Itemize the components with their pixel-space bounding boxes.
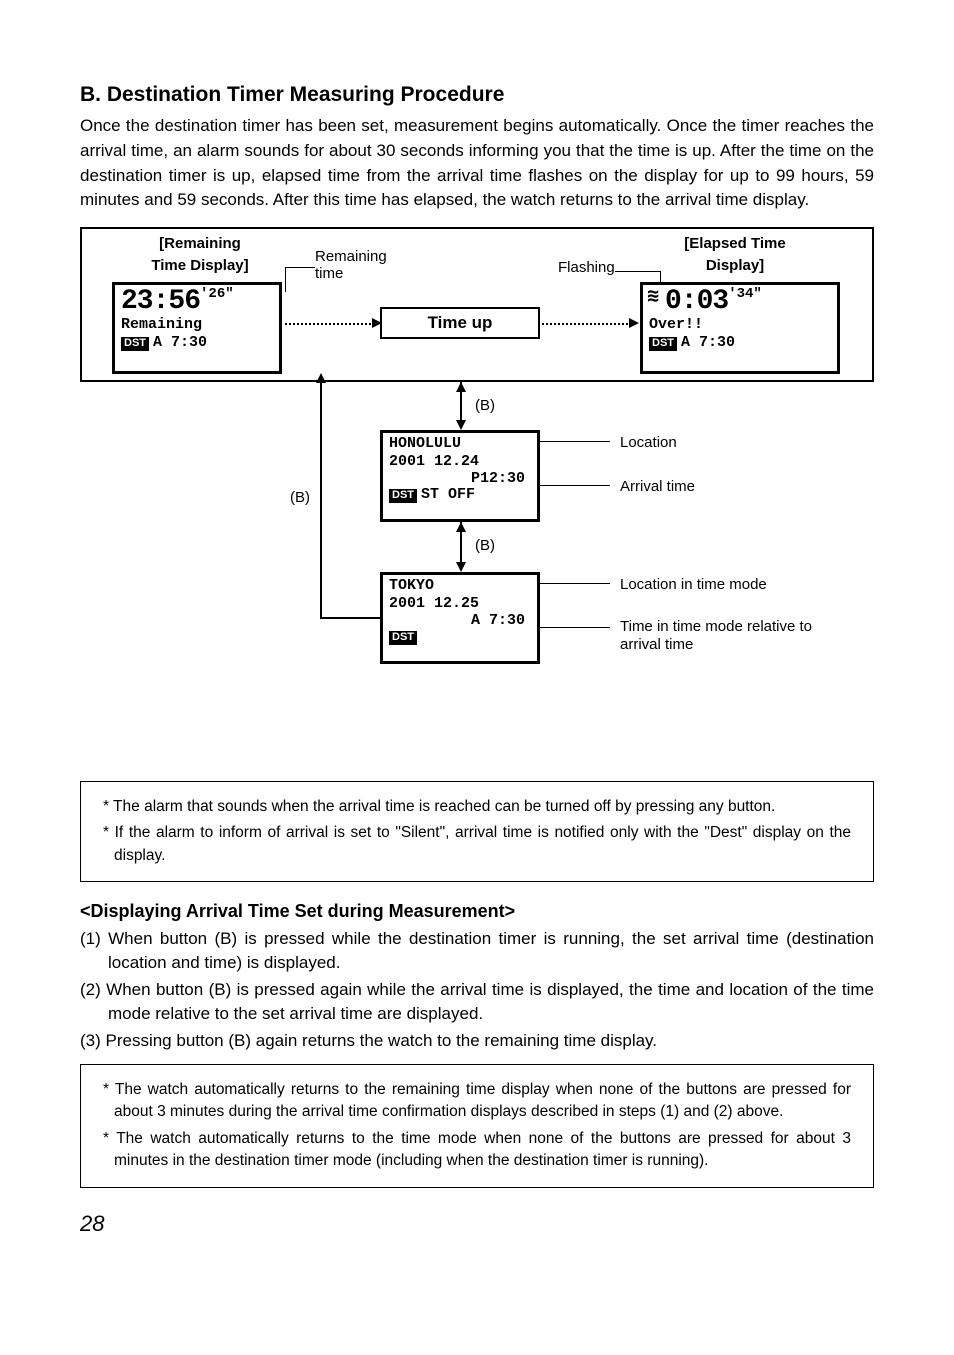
- text: Display]: [706, 257, 764, 274]
- notes-box-2: * The watch automatically returns to the…: [80, 1064, 874, 1188]
- lcd-line: P12:30: [389, 471, 531, 487]
- lcd-timemode: TOKYO 2001 12.25 A 7:30 DST: [380, 572, 540, 664]
- note-item: * If the alarm to inform of arrival is s…: [103, 822, 851, 867]
- leader-line: [540, 441, 610, 442]
- arrow-icon: [316, 373, 326, 383]
- flow-line: [320, 382, 322, 619]
- flow-diagram: [Remaining Time Display] [Elapsed Time D…: [80, 227, 874, 767]
- section-heading: B. Destination Timer Measuring Procedure: [80, 80, 874, 110]
- leader-line: [615, 271, 660, 272]
- intro-paragraph: Once the destination timer has been set,…: [80, 114, 874, 213]
- arrow-icon: [456, 420, 466, 430]
- lcd-line: Remaining: [121, 316, 202, 333]
- elapsed-title: [Elapsed Time Display]: [640, 233, 830, 277]
- dst-badge: DST: [389, 631, 417, 645]
- remaining-time-label: Remaining time: [315, 249, 405, 282]
- step-item: (2) When button (B) is pressed again whi…: [80, 978, 874, 1027]
- flashing-label: Flashing: [558, 257, 615, 279]
- lcd-line: Over!!: [649, 316, 703, 333]
- lcd-line: HONOLULU: [389, 435, 461, 452]
- arrow-icon: [456, 522, 466, 532]
- b-label: (B): [475, 535, 495, 557]
- lcd-remaining: 23:56'26" Remaining DST A 7:30: [112, 282, 282, 374]
- leader-line: [285, 267, 286, 292]
- note-item: * The watch automatically returns to the…: [103, 1079, 851, 1124]
- loc-time-mode-label: Location in time mode: [620, 574, 767, 596]
- leader-line: [540, 627, 610, 628]
- remaining-title: [Remaining Time Display]: [120, 233, 280, 277]
- leader-line: [540, 485, 610, 486]
- page-number: 28: [80, 1208, 874, 1240]
- b-label: (B): [290, 487, 310, 509]
- dst-badge: DST: [649, 337, 677, 351]
- lcd-line: 2001 12.24: [389, 453, 479, 470]
- lcd-line: A 7:30: [389, 613, 531, 629]
- dotted-arrow: [285, 323, 375, 325]
- time-up-box: Time up: [380, 307, 540, 339]
- dst-badge: DST: [389, 489, 417, 503]
- lcd-sec: '26": [200, 286, 234, 302]
- b-label: (B): [475, 395, 495, 417]
- text: [Elapsed Time: [684, 235, 785, 252]
- arrow-icon: [629, 318, 639, 328]
- text: [Remaining: [159, 235, 241, 252]
- lcd-main: 0:03: [665, 286, 728, 317]
- note-item: * The watch automatically returns to the…: [103, 1128, 851, 1173]
- note-item: * The alarm that sounds when the arrival…: [103, 796, 851, 818]
- dotted-arrow: [542, 323, 632, 325]
- lcd-sec: '34": [728, 286, 762, 302]
- notes-box-1: * The alarm that sounds when the arrival…: [80, 781, 874, 882]
- step-item: (3) Pressing button (B) again returns th…: [80, 1029, 874, 1054]
- arrow-icon: [456, 382, 466, 392]
- lcd-line: 2001 12.25: [389, 595, 479, 612]
- location-label: Location: [620, 432, 677, 454]
- lcd-line: ST OFF: [421, 486, 475, 503]
- subheading: <Displaying Arrival Time Set during Meas…: [80, 898, 874, 924]
- lcd-line: A 7:30: [681, 334, 735, 351]
- arrow-icon: [456, 562, 466, 572]
- lcd-main: 23:56: [121, 286, 200, 317]
- lcd-destination: HONOLULU 2001 12.24 P12:30 DST ST OFF: [380, 430, 540, 522]
- dst-badge: DST: [121, 337, 149, 351]
- lcd-elapsed: ≋ 0:03'34" Over!! DSTA 7:30: [640, 282, 840, 374]
- flow-line: [320, 617, 380, 619]
- leader-line: [540, 583, 610, 584]
- step-item: (1) When button (B) is pressed while the…: [80, 927, 874, 976]
- lcd-line: A 7:30: [153, 334, 207, 351]
- text: Time Display]: [151, 257, 248, 274]
- time-rel-label: Time in time mode relative to arrival ti…: [620, 618, 850, 654]
- arrival-time-label: Arrival time: [620, 476, 695, 498]
- leader-line: [285, 267, 315, 268]
- lcd-line: TOKYO: [389, 577, 434, 594]
